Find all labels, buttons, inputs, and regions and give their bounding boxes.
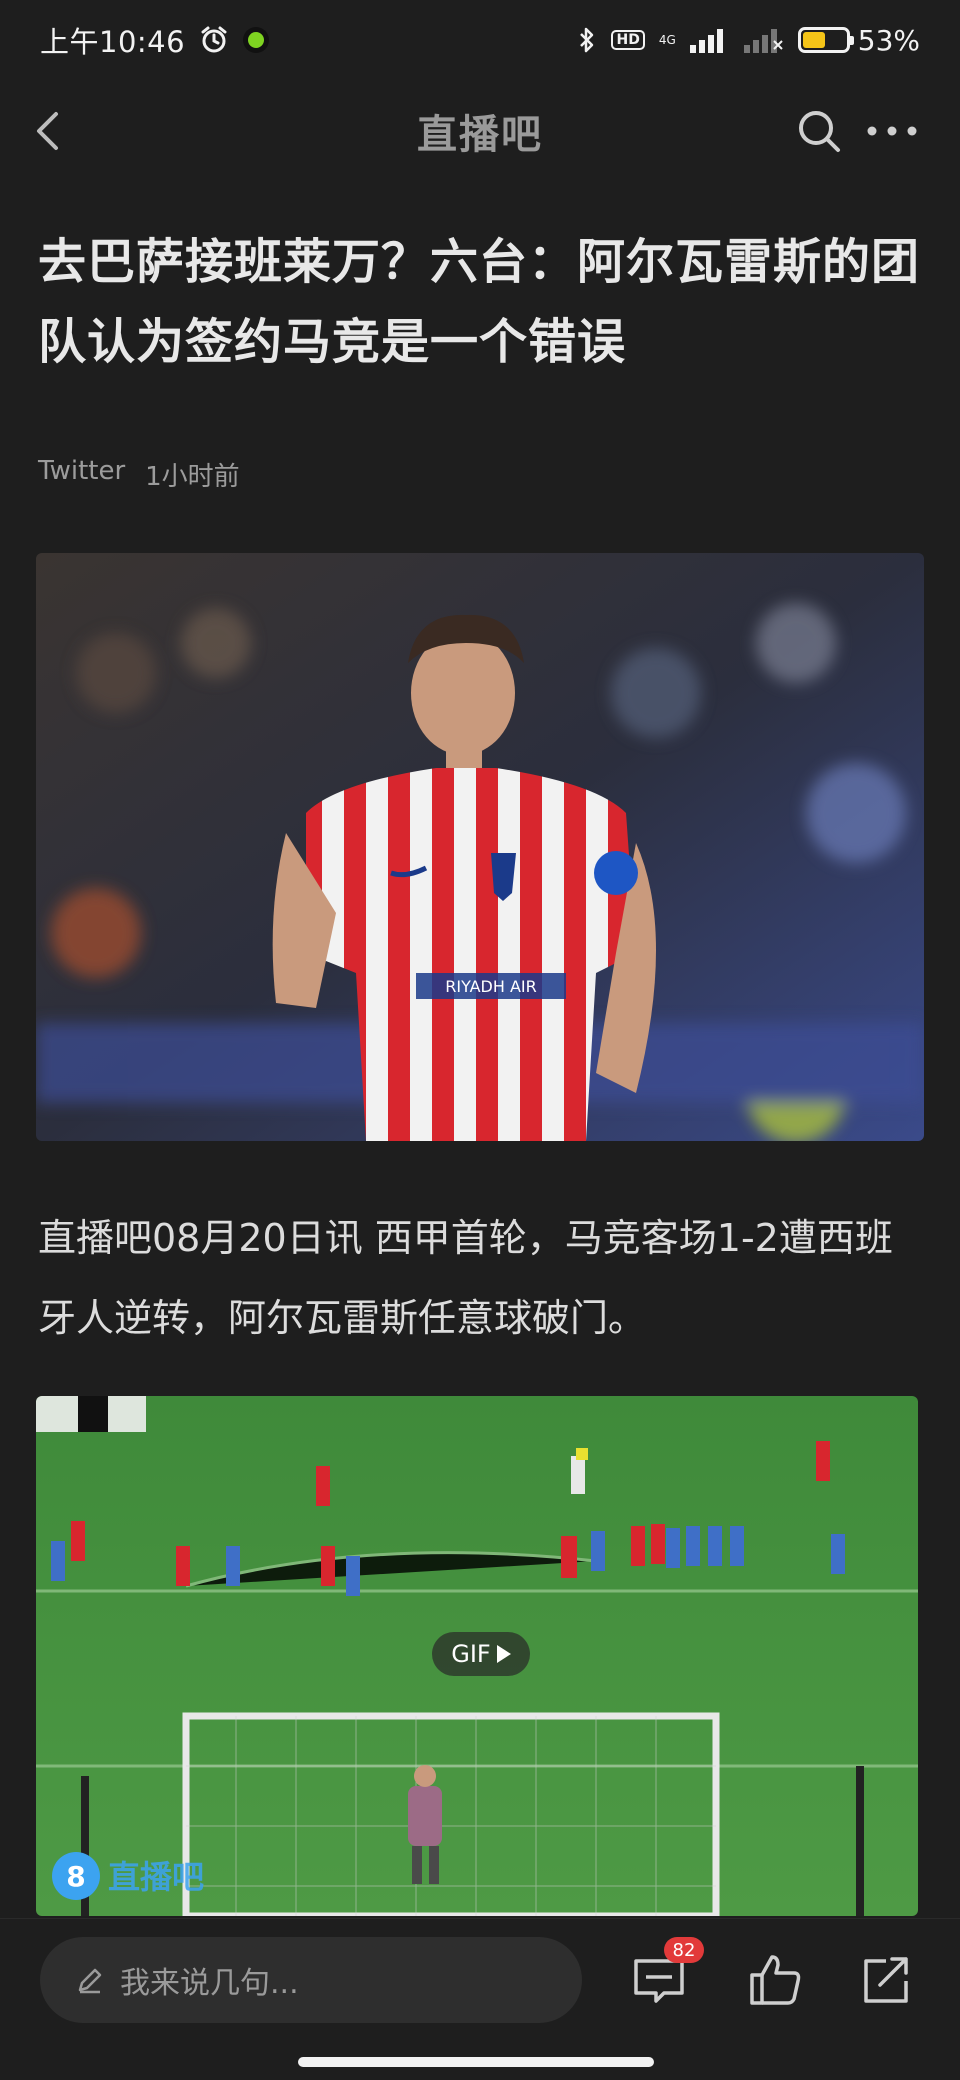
home-indicator[interactable] bbox=[298, 2057, 654, 2067]
player-photo: RIYADH AIR bbox=[36, 553, 924, 1141]
article-body: 直播吧08月20日讯 西甲首轮，马竞客场1-2遭西班牙人逆转，阿尔瓦雷斯任意球破… bbox=[38, 1216, 893, 1340]
active-indicator-icon bbox=[243, 27, 270, 53]
article-time: 1小时前 bbox=[145, 462, 240, 492]
hd-badge: HD bbox=[611, 30, 645, 50]
battery-percent: 53% bbox=[857, 23, 920, 57]
shirt-sponsor-text: RIYADH AIR bbox=[445, 977, 537, 996]
article-gif-freekick[interactable]: 8 直播吧 GIF bbox=[36, 1396, 918, 1916]
comment-input[interactable]: 我来说几句... bbox=[40, 1937, 582, 2023]
share-icon[interactable] bbox=[854, 1949, 916, 2011]
network-type: 4G bbox=[658, 33, 676, 47]
status-right: HD 4G 53% bbox=[577, 24, 920, 57]
battery-icon bbox=[797, 27, 854, 53]
signal-icon bbox=[689, 29, 723, 53]
svg-text:8: 8 bbox=[66, 1860, 85, 1893]
back-arrow-icon[interactable] bbox=[26, 106, 76, 156]
status-time: 上午10:46 bbox=[40, 25, 186, 59]
bluetooth-icon bbox=[580, 27, 594, 53]
battery-indicator: 53% bbox=[797, 23, 920, 57]
gif-label: GIF bbox=[451, 1640, 491, 1668]
alarm-icon bbox=[201, 26, 227, 53]
thumbs-up-icon[interactable] bbox=[744, 1949, 806, 2011]
play-icon bbox=[496, 1645, 511, 1663]
gif-play-badge[interactable]: GIF bbox=[432, 1632, 530, 1676]
more-icon[interactable] bbox=[862, 104, 922, 158]
status-bar: 上午10:46 HD 4G 53% bbox=[0, 0, 960, 80]
app-screen: 上午10:46 HD 4G 53% 直播吧 去巴萨接班莱万？六台：阿尔瓦雷斯的团… bbox=[0, 0, 960, 2080]
article-meta: Twitter 1小时前 bbox=[38, 456, 240, 493]
bottom-action-bar: 我来说几句... 82 bbox=[0, 1918, 960, 2080]
battery-fill bbox=[802, 32, 826, 48]
app-header: 直播吧 bbox=[0, 86, 960, 176]
search-icon[interactable] bbox=[792, 104, 846, 158]
status-left: 上午10:46 bbox=[40, 19, 270, 61]
pencil-icon bbox=[78, 1968, 102, 1994]
comment-count-badge: 82 bbox=[664, 1937, 704, 1963]
signal-2-icon bbox=[743, 29, 783, 53]
article-headline: 去巴萨接班莱万？六台：阿尔瓦雷斯的团队认为签约马竞是一个错误 bbox=[38, 234, 921, 370]
watermark-text: 直播吧 bbox=[108, 1858, 204, 1896]
comment-placeholder: 我来说几句... bbox=[120, 1966, 299, 2001]
article-source: Twitter bbox=[38, 456, 126, 486]
app-title: 直播吧 bbox=[417, 112, 543, 158]
article-image-player[interactable]: RIYADH AIR bbox=[36, 553, 924, 1141]
